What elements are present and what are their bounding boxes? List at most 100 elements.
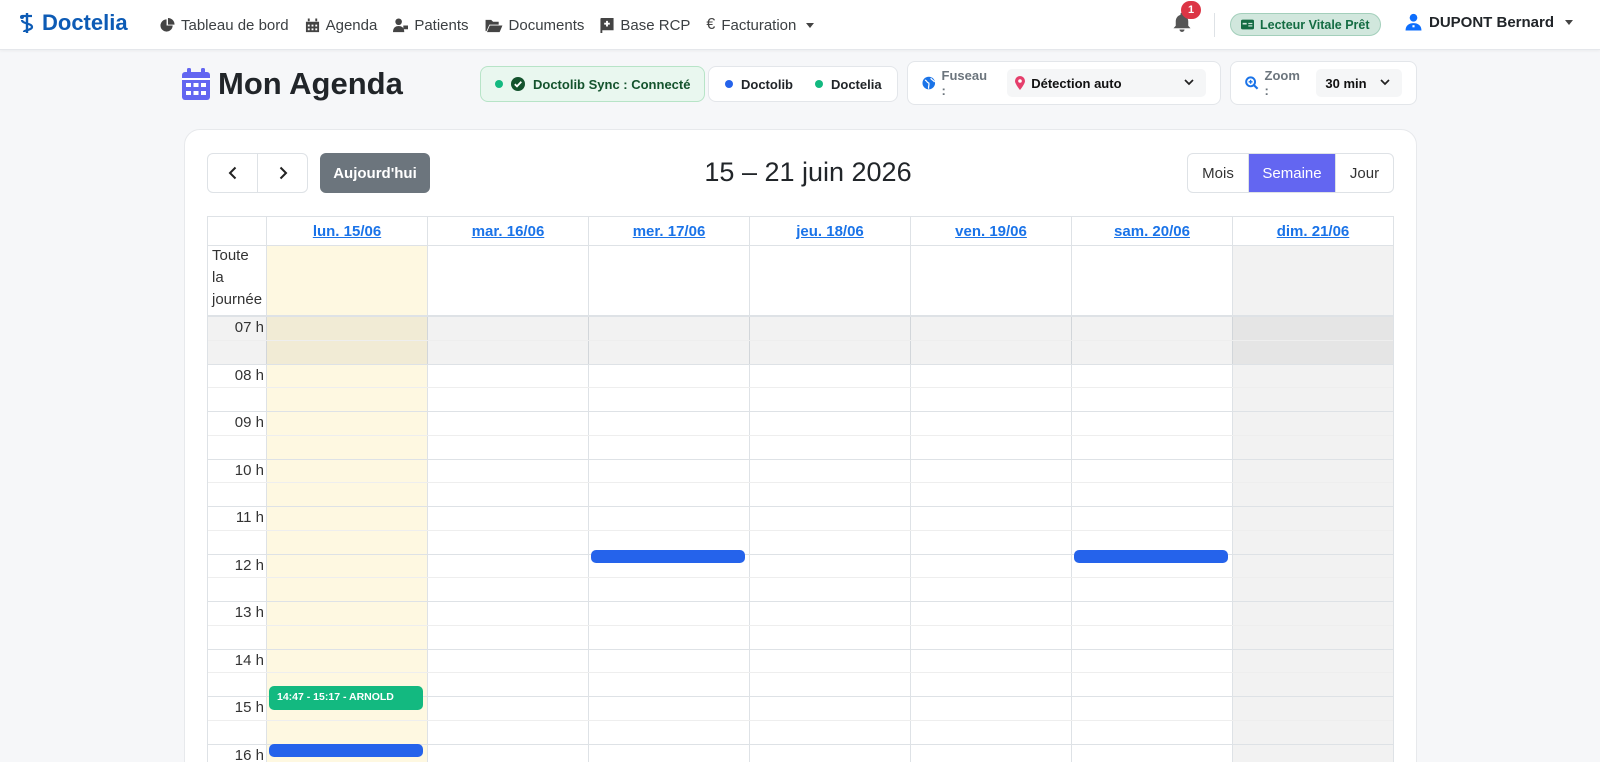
hour-line bbox=[208, 316, 1393, 317]
timezone-control: Fuseau : Détection auto bbox=[907, 61, 1221, 105]
calendar-nav-group bbox=[207, 153, 308, 193]
nav-item-agenda[interactable]: Agenda bbox=[305, 16, 378, 34]
calendar-days-icon bbox=[182, 68, 210, 100]
half-hour-line bbox=[208, 387, 1393, 388]
chevron-right-icon bbox=[279, 166, 287, 180]
nav-item-dashboard[interactable]: Tableau de bord bbox=[160, 17, 289, 34]
appointment-event[interactable] bbox=[591, 550, 745, 563]
nav-item-facturation[interactable]: € Facturation bbox=[706, 16, 815, 34]
legend-label: Doctelia bbox=[831, 76, 882, 92]
day-header[interactable]: mar. 16/06 bbox=[427, 217, 588, 245]
view-week-button[interactable]: Semaine bbox=[1248, 154, 1335, 192]
nav-item-base-rcp[interactable]: Base RCP bbox=[600, 17, 690, 34]
notifications-button[interactable]: 1 bbox=[1172, 1, 1201, 36]
half-hour-line bbox=[208, 435, 1393, 436]
view-month-button[interactable]: Mois bbox=[1188, 154, 1248, 192]
day-header[interactable]: sam. 20/06 bbox=[1071, 217, 1232, 245]
main-nav: Tableau de bord Agenda Patients Document… bbox=[160, 0, 815, 50]
zoom-select[interactable]: 30 min bbox=[1316, 69, 1403, 97]
hour-line bbox=[208, 649, 1393, 650]
hour-label: 11 h bbox=[235, 509, 264, 526]
nav-label: Base RCP bbox=[620, 16, 691, 34]
today-button[interactable]: Aujourd'hui bbox=[320, 153, 430, 193]
notification-count-badge: 1 bbox=[1181, 1, 1201, 19]
nav-divider bbox=[1214, 13, 1215, 37]
zoom-label: Zoom : bbox=[1264, 68, 1300, 98]
globe-icon bbox=[922, 76, 936, 90]
caret-down-icon bbox=[1565, 19, 1574, 25]
nav-item-patients[interactable]: Patients bbox=[393, 16, 469, 34]
half-hour-line bbox=[208, 720, 1393, 721]
half-hour-line bbox=[208, 530, 1393, 531]
id-card-icon bbox=[1241, 19, 1254, 30]
timezone-label: Fuseau : bbox=[941, 68, 988, 98]
hour-label: 09 h bbox=[234, 414, 264, 431]
user-name: DUPONT Bernard bbox=[1429, 13, 1555, 31]
view-switcher: Mois Semaine Jour bbox=[1187, 153, 1394, 193]
half-hour-line bbox=[208, 482, 1393, 483]
hour-label: 15 h bbox=[234, 699, 264, 716]
vitale-reader-status: Lecteur Vitale Prêt bbox=[1230, 13, 1381, 36]
caduceus-icon bbox=[20, 13, 34, 33]
folder-open-icon bbox=[485, 19, 502, 32]
nav-label: Facturation bbox=[721, 16, 797, 34]
brand-logo[interactable]: Doctelia bbox=[18, 10, 128, 36]
half-hour-line bbox=[208, 672, 1393, 673]
appointment-event[interactable]: 14:47 - 15:17 - ARNOLD bbox=[269, 686, 423, 710]
day-header[interactable]: mer. 17/06 bbox=[588, 217, 749, 245]
nav-label: Tableau de bord bbox=[181, 16, 289, 34]
doctolib-sync-status: Doctolib Sync : Connecté bbox=[480, 66, 706, 102]
nav-item-documents[interactable]: Documents bbox=[485, 17, 584, 34]
next-week-button[interactable] bbox=[257, 154, 307, 192]
hour-label: 13 h bbox=[234, 604, 264, 621]
zoom-value: 30 min bbox=[1325, 75, 1367, 91]
hour-line bbox=[208, 364, 1393, 365]
user-menu[interactable]: DUPONT Bernard bbox=[1405, 13, 1574, 31]
half-hour-line bbox=[208, 340, 1393, 341]
map-pin-icon bbox=[1015, 76, 1026, 90]
top-navbar: Doctelia Tableau de bord Agenda Patients… bbox=[0, 0, 1600, 50]
chevron-left-icon bbox=[228, 166, 236, 180]
hour-label: 08 h bbox=[234, 367, 264, 384]
zoom-in-icon bbox=[1245, 76, 1259, 90]
allday-label: Toute la journée bbox=[212, 247, 263, 308]
appointment-event[interactable] bbox=[269, 744, 423, 757]
week-grid: Toute la journée lun. 15/06 mar. 16/06 mer… bbox=[207, 216, 1394, 762]
legend-dot bbox=[725, 80, 733, 88]
timezone-value: Détection auto bbox=[1031, 75, 1122, 91]
hour-line bbox=[208, 459, 1393, 460]
hour-label: 12 h bbox=[234, 557, 264, 574]
hour-label: 16 h bbox=[234, 747, 264, 762]
period-title: 15 – 21 juin 2026 bbox=[704, 157, 912, 187]
caret-down-icon bbox=[806, 22, 815, 28]
half-hour-line bbox=[208, 625, 1393, 626]
hour-line bbox=[208, 506, 1393, 507]
prev-week-button[interactable] bbox=[208, 154, 257, 192]
chevron-down-icon bbox=[1184, 79, 1194, 86]
nav-label: Agenda bbox=[325, 16, 378, 34]
calendar-icon bbox=[305, 17, 319, 32]
legend-dot bbox=[815, 80, 823, 88]
chevron-down-icon bbox=[1380, 79, 1390, 86]
legend-doctolib: Doctolib bbox=[725, 77, 793, 92]
page-title: Mon Agenda bbox=[182, 66, 403, 102]
view-day-button[interactable]: Jour bbox=[1335, 154, 1393, 192]
day-header[interactable]: dim. 21/06 bbox=[1232, 217, 1393, 245]
nav-label: Patients bbox=[414, 16, 469, 34]
day-header[interactable]: ven. 19/06 bbox=[910, 217, 1071, 245]
appointment-event[interactable] bbox=[1074, 550, 1228, 563]
page-title-text: Mon Agenda bbox=[218, 66, 403, 101]
hour-line bbox=[208, 601, 1393, 602]
hour-line bbox=[208, 411, 1393, 412]
day-header[interactable]: jeu. 18/06 bbox=[749, 217, 910, 245]
status-dot bbox=[495, 80, 503, 88]
book-medical-icon bbox=[600, 17, 614, 33]
timezone-select[interactable]: Détection auto bbox=[1007, 69, 1206, 97]
check-circle-icon bbox=[511, 77, 525, 91]
source-legend: Doctolib Doctelia bbox=[708, 66, 898, 102]
zoom-control: Zoom : 30 min bbox=[1230, 61, 1417, 105]
half-hour-line bbox=[208, 577, 1393, 578]
hour-label: 14 h bbox=[234, 652, 264, 669]
day-header[interactable]: lun. 15/06 bbox=[266, 217, 427, 245]
chart-pie-icon bbox=[160, 17, 175, 32]
